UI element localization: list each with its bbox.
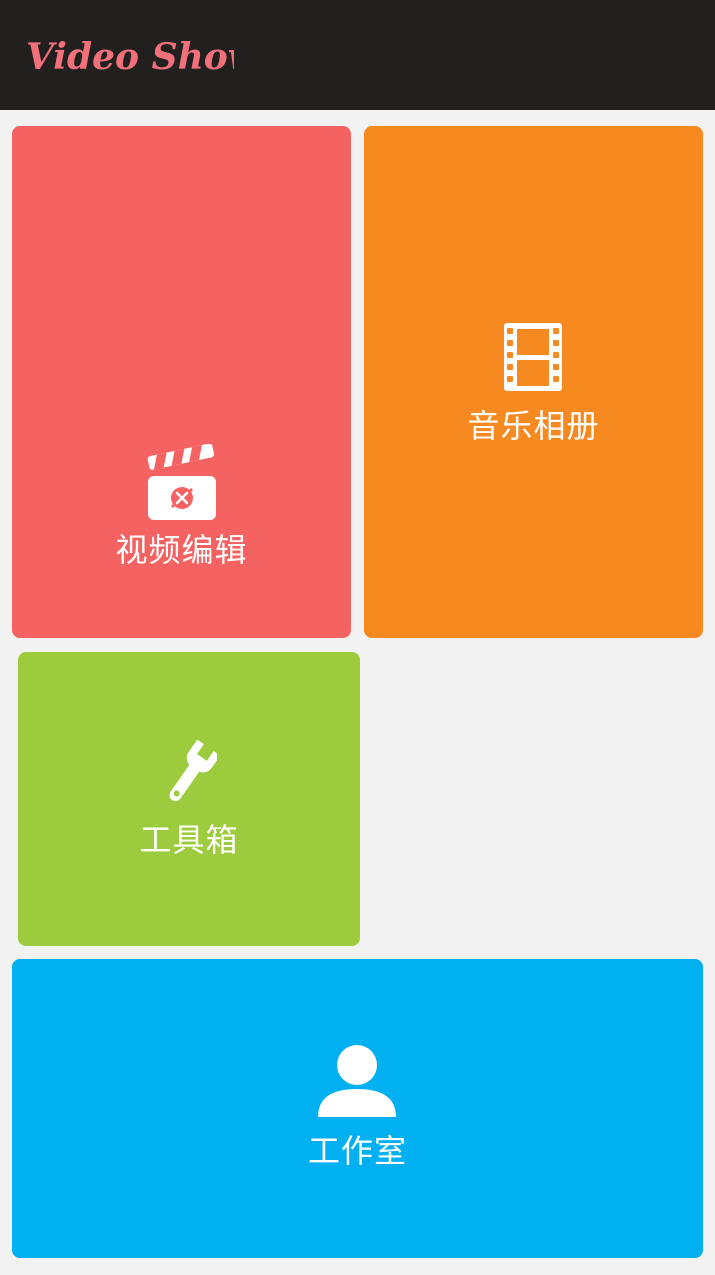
app-logo: Video Show — [26, 36, 234, 78]
app-logo-text: Video Show — [26, 36, 234, 78]
film-strip-icon — [504, 323, 562, 391]
user-icon — [318, 1045, 396, 1117]
studio-tile[interactable]: 工作室 — [12, 959, 703, 1258]
music-album-label: 音乐相册 — [467, 407, 600, 445]
app-header: Video Show — [0, 0, 715, 110]
music-album-tile[interactable]: 音乐相册 — [364, 126, 703, 638]
studio-label: 工作室 — [307, 1132, 407, 1170]
clapperboard-icon — [147, 444, 216, 520]
wrench-icon — [169, 739, 217, 802]
video-edit-label: 视频编辑 — [115, 531, 248, 569]
toolbox-label: 工具箱 — [139, 821, 239, 859]
toolbox-tile[interactable]: 工具箱 — [18, 652, 360, 946]
video-edit-tile[interactable]: 视频编辑 — [12, 126, 351, 638]
